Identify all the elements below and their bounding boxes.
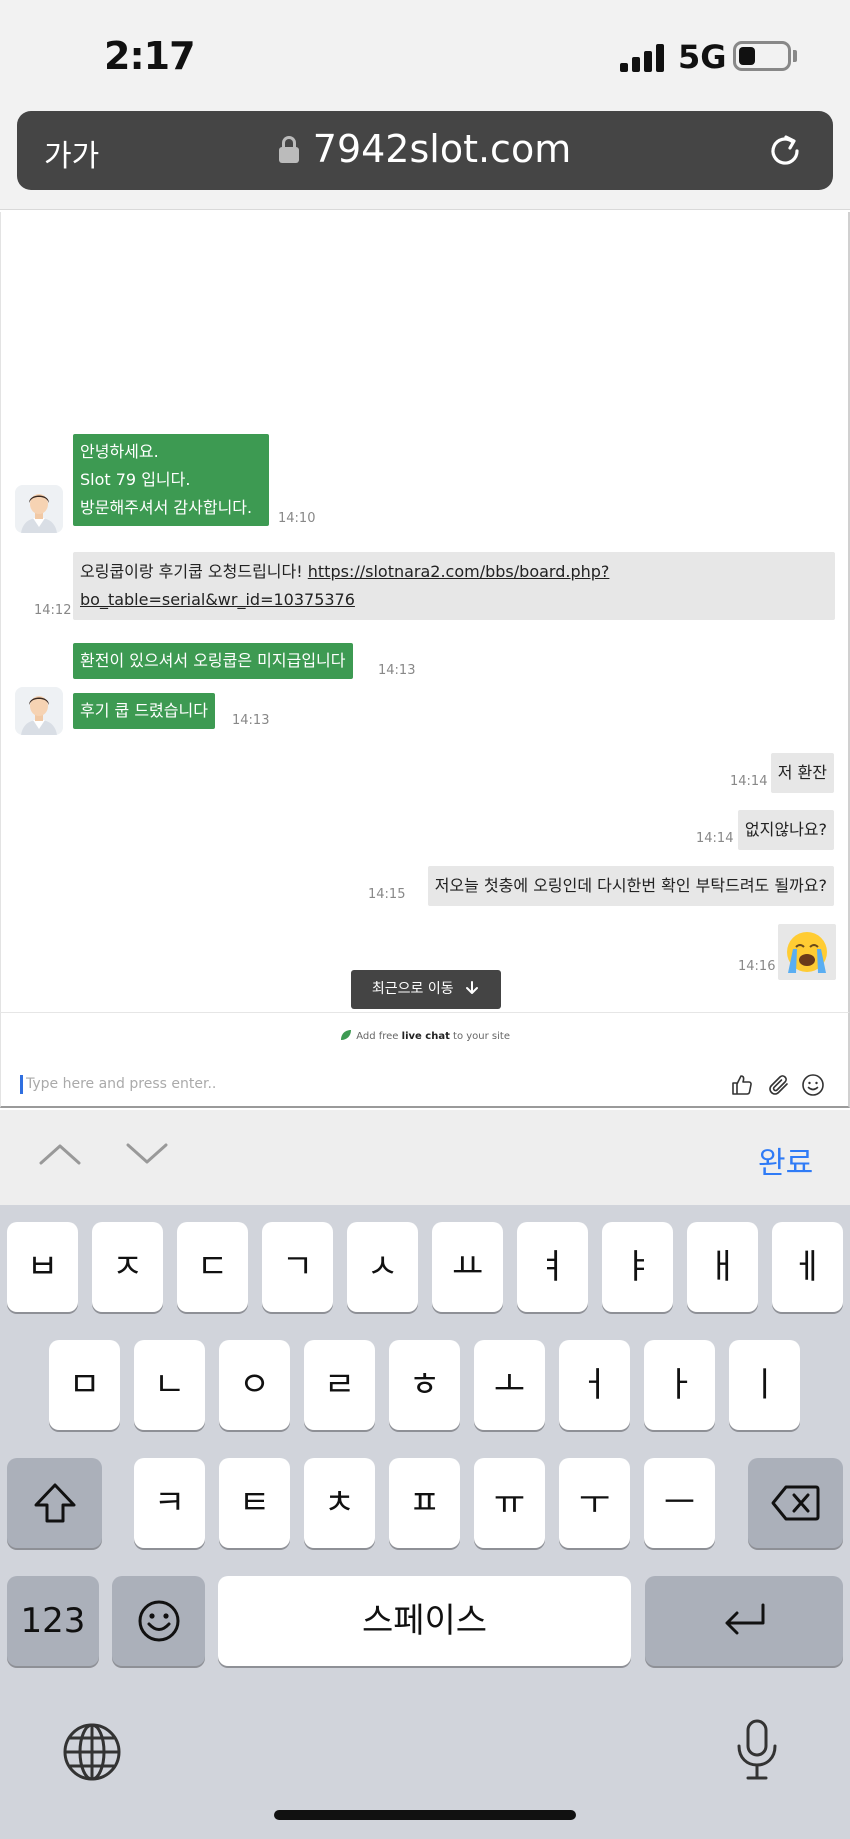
shift-icon: [34, 1483, 75, 1523]
key-7-row1[interactable]: ㅕ: [517, 1222, 588, 1312]
agent-avatar: [15, 485, 63, 533]
powered-pre: Add free: [356, 1031, 402, 1042]
done-button[interactable]: 완료: [758, 1138, 813, 1182]
key-3-row3[interactable]: ㅊ: [304, 1458, 375, 1548]
shift-key[interactable]: [7, 1458, 102, 1548]
message-line: 방문해주셔서 감사합니다.: [80, 498, 253, 517]
space-key[interactable]: 스페이스: [218, 1576, 631, 1666]
user-message: 저 환잔: [770, 753, 834, 793]
message-line: Slot 79 입니다.: [80, 470, 191, 489]
message-time: 14:10: [278, 511, 316, 526]
return-icon: [725, 1603, 765, 1635]
agent-avatar: [15, 687, 63, 735]
agent-message: 환전이 있으셔서 오링쿱은 미지급입니다: [73, 643, 353, 679]
key-2-row2[interactable]: ㄴ: [134, 1340, 205, 1430]
message-time: 14:16: [738, 959, 776, 974]
backspace-key[interactable]: [748, 1458, 843, 1548]
crying-face-icon: [787, 932, 827, 973]
message-time: 14:15: [368, 887, 406, 902]
status-time: 2:17: [104, 34, 196, 78]
message-line: 안녕하세요.: [80, 442, 159, 461]
url-display[interactable]: 7942slot.com: [17, 127, 833, 171]
key-1-row3[interactable]: ㅋ: [134, 1458, 205, 1548]
globe-icon[interactable]: [62, 1722, 122, 1782]
key-3-row1[interactable]: ㄷ: [177, 1222, 248, 1312]
browser-toolbar: 가가 7942slot.com: [0, 108, 850, 210]
leaf-icon: [341, 1030, 352, 1040]
message-time: 14:14: [730, 774, 768, 789]
key-8-row1[interactable]: ㅑ: [602, 1222, 673, 1312]
url-text: 7942slot.com: [312, 127, 572, 171]
user-message: 없지않나요?: [737, 810, 834, 850]
keyboard-accessory-bar: 완료: [0, 1110, 850, 1205]
key-1-row1[interactable]: ㅂ: [7, 1222, 78, 1312]
backspace-icon: [771, 1485, 819, 1521]
key-7-row2[interactable]: ㅓ: [559, 1340, 630, 1430]
user-message: [778, 924, 836, 980]
status-bar: 2:17 5G: [0, 0, 850, 108]
user-message: 저오늘 첫충에 오링인데 다시한번 확인 부탁드려도 될까요?: [427, 866, 834, 906]
jump-button-label: 최근으로 이동: [371, 981, 454, 997]
key-7-row3[interactable]: ㅡ: [644, 1458, 715, 1548]
emoji-key[interactable]: [112, 1576, 205, 1666]
network-label: 5G: [678, 38, 727, 76]
key-6-row3[interactable]: ㅜ: [559, 1458, 630, 1548]
chevron-up-icon[interactable]: [38, 1142, 82, 1166]
thumbs-up-icon[interactable]: [730, 1073, 754, 1097]
text-caret: [20, 1075, 23, 1094]
user-message: 오링쿱이랑 후기쿱 오청드립니다! https://slotnara2.com/…: [73, 552, 835, 620]
reload-icon[interactable]: [764, 130, 806, 172]
key-8-row2[interactable]: ㅏ: [644, 1340, 715, 1430]
key-5-row1[interactable]: ㅅ: [347, 1222, 418, 1312]
chat-message-input[interactable]: [26, 1071, 586, 1097]
numbers-key[interactable]: 123: [7, 1576, 99, 1666]
message-time: 14:13: [378, 663, 416, 678]
key-4-row2[interactable]: ㄹ: [304, 1340, 375, 1430]
home-indicator: [274, 1810, 576, 1820]
agent-message: 후기 쿱 드렸습니다: [73, 693, 215, 729]
chat-footer: Add free live chat to your site: [0, 1012, 850, 1108]
address-bar[interactable]: 가가 7942slot.com: [17, 111, 833, 190]
battery-icon: [733, 41, 791, 71]
powered-post: to your site: [449, 1031, 510, 1042]
key-4-row1[interactable]: ㄱ: [262, 1222, 333, 1312]
key-1-row2[interactable]: ㅁ: [49, 1340, 120, 1430]
key-2-row1[interactable]: ㅈ: [92, 1222, 163, 1312]
agent-message: 안녕하세요. Slot 79 입니다. 방문해주셔서 감사합니다.: [73, 434, 269, 526]
smiley-icon[interactable]: [801, 1073, 825, 1097]
chevron-down-icon[interactable]: [125, 1142, 169, 1166]
paperclip-icon[interactable]: [767, 1073, 791, 1097]
emoji-icon: [138, 1600, 179, 1642]
powered-by-link[interactable]: Add free live chat to your site: [1, 1028, 848, 1042]
key-6-row2[interactable]: ㅗ: [474, 1340, 545, 1430]
message-time: 14:14: [696, 831, 734, 846]
message-link[interactable]: https://slotnara2.com/bbs/board.php?: [308, 562, 610, 581]
key-5-row2[interactable]: ㅎ: [389, 1340, 460, 1430]
key-2-row3[interactable]: ㅌ: [219, 1458, 290, 1548]
return-key[interactable]: [645, 1576, 843, 1666]
key-5-row3[interactable]: ㅠ: [474, 1458, 545, 1548]
key-4-row3[interactable]: ㅍ: [389, 1458, 460, 1548]
key-6-row1[interactable]: ㅛ: [432, 1222, 503, 1312]
message-time: 14:13: [232, 713, 270, 728]
key-9-row1[interactable]: ㅐ: [687, 1222, 758, 1312]
battery-nub: [793, 50, 797, 62]
arrow-down-icon: [466, 981, 479, 994]
message-link-continued[interactable]: bo_table=serial&wr_id=10375376: [80, 590, 355, 609]
microphone-icon[interactable]: [735, 1718, 779, 1782]
message-time: 14:12: [34, 603, 72, 618]
key-9-row2[interactable]: ㅣ: [729, 1340, 800, 1430]
powered-bold: live chat: [401, 1031, 450, 1042]
signal-icon: [620, 44, 666, 72]
chat-window[interactable]: 안녕하세요. Slot 79 입니다. 방문해주셔서 감사합니다. 14:10 …: [0, 212, 850, 1012]
key-3-row2[interactable]: ㅇ: [219, 1340, 290, 1430]
jump-to-latest-button[interactable]: 최근으로 이동: [351, 970, 501, 1009]
key-10-row1[interactable]: ㅔ: [772, 1222, 843, 1312]
message-text: 오링쿱이랑 후기쿱 오청드립니다!: [80, 562, 308, 581]
lock-icon: [278, 136, 299, 164]
